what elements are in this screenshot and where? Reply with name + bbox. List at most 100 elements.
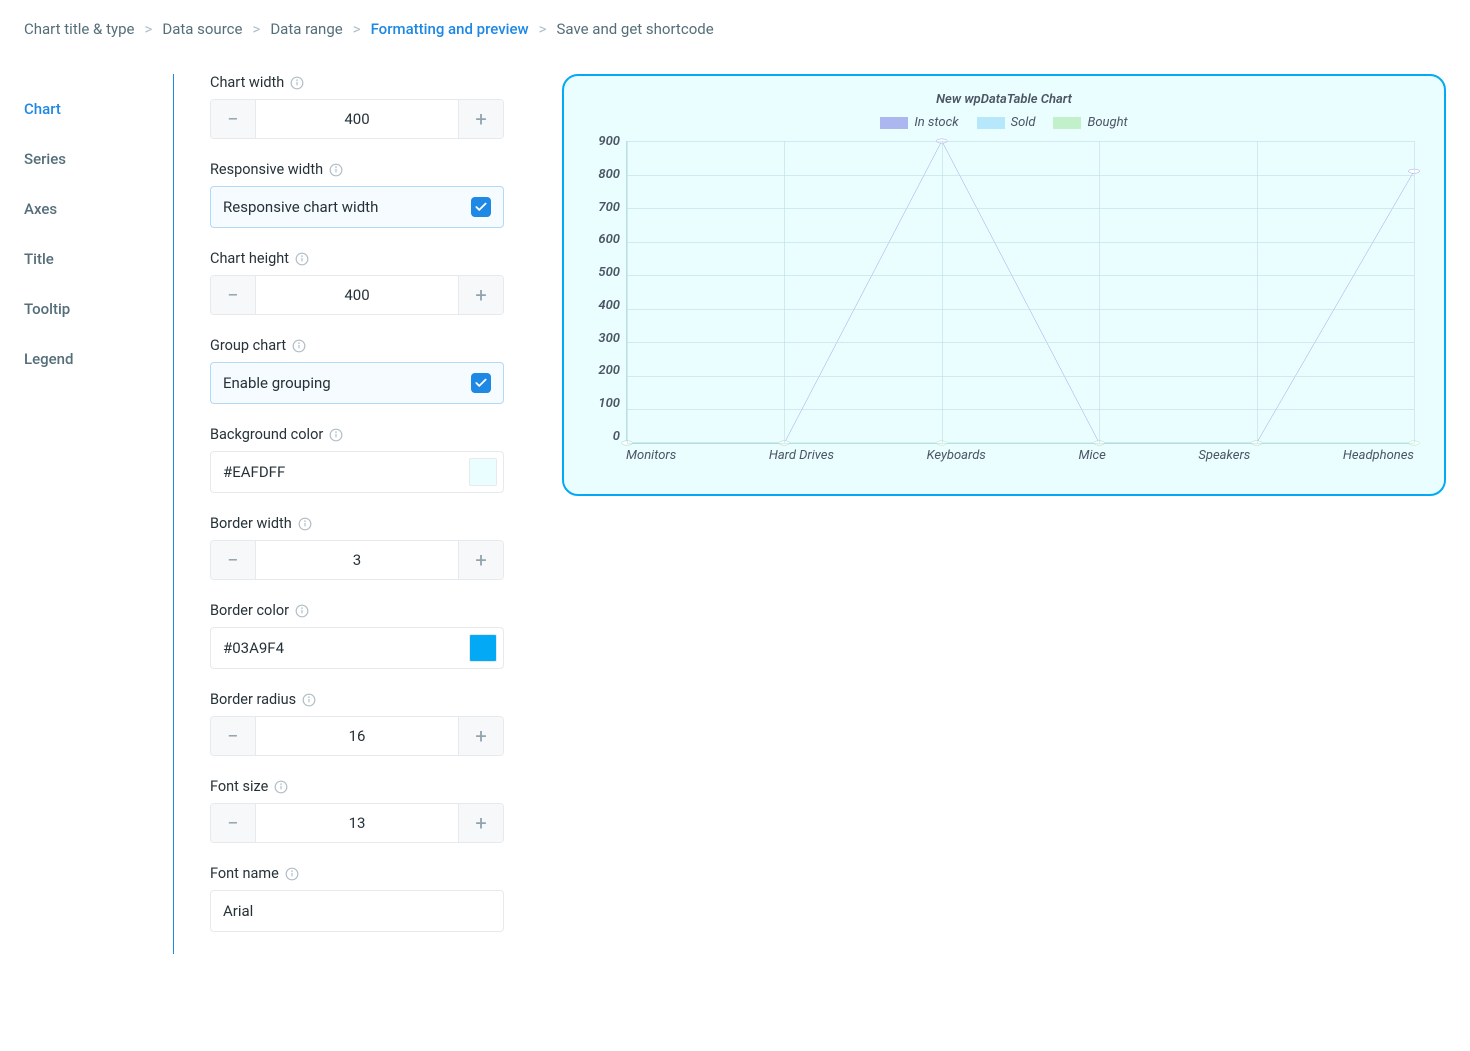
chart-plot-area bbox=[626, 141, 1414, 444]
group-chart-toggle[interactable]: Enable grouping bbox=[210, 362, 504, 404]
minus-icon[interactable]: − bbox=[211, 100, 255, 138]
x-tick: Keyboards bbox=[927, 448, 986, 474]
legend-item[interactable]: In stock bbox=[880, 115, 958, 130]
chart-y-axis: 9008007006005004003002001000 bbox=[584, 134, 620, 444]
font-name-input[interactable]: Arial bbox=[210, 890, 504, 932]
y-tick: 200 bbox=[598, 363, 620, 378]
y-tick: 800 bbox=[598, 167, 620, 182]
bg-color-label: Background color bbox=[210, 426, 323, 443]
chart-width-value[interactable]: 400 bbox=[255, 100, 459, 138]
chevron-right-icon: > bbox=[144, 20, 152, 38]
info-icon bbox=[295, 604, 309, 618]
bg-color-input[interactable]: #EAFDFF bbox=[210, 451, 504, 493]
legend-label: Bought bbox=[1087, 115, 1127, 130]
y-tick: 500 bbox=[598, 265, 620, 280]
x-tick: Monitors bbox=[626, 448, 676, 474]
border-color-label: Border color bbox=[210, 602, 289, 619]
breadcrumb-step[interactable]: Chart title & type bbox=[24, 20, 134, 38]
font-size-stepper[interactable]: − 13 + bbox=[210, 803, 504, 843]
info-icon bbox=[329, 163, 343, 177]
sidebar-item-tooltip[interactable]: Tooltip bbox=[24, 284, 173, 334]
border-radius-value[interactable]: 16 bbox=[255, 717, 459, 755]
info-icon bbox=[298, 517, 312, 531]
legend-label: Sold bbox=[1011, 115, 1036, 130]
responsive-width-label: Responsive width bbox=[210, 161, 323, 178]
info-icon bbox=[292, 339, 306, 353]
chart-legend: In stock Sold Bought bbox=[584, 115, 1424, 130]
font-name-value: Arial bbox=[223, 902, 253, 920]
info-icon bbox=[295, 252, 309, 266]
minus-icon[interactable]: − bbox=[211, 717, 255, 755]
info-icon bbox=[329, 428, 343, 442]
y-tick: 0 bbox=[613, 429, 620, 444]
sidebar-item-axes[interactable]: Axes bbox=[24, 184, 173, 234]
chart-height-stepper[interactable]: − 400 + bbox=[210, 275, 504, 315]
sidebar-item-legend[interactable]: Legend bbox=[24, 334, 173, 384]
chart-height-value[interactable]: 400 bbox=[255, 276, 459, 314]
minus-icon[interactable]: − bbox=[211, 804, 255, 842]
plus-icon[interactable]: + bbox=[459, 717, 503, 755]
y-tick: 400 bbox=[598, 298, 620, 313]
chart-width-stepper[interactable]: − 400 + bbox=[210, 99, 504, 139]
info-icon bbox=[274, 780, 288, 794]
legend-swatch bbox=[977, 117, 1005, 129]
font-size-value[interactable]: 13 bbox=[255, 804, 459, 842]
legend-item[interactable]: Bought bbox=[1053, 115, 1127, 130]
legend-swatch bbox=[1053, 117, 1081, 129]
chevron-right-icon: > bbox=[539, 20, 547, 38]
group-chart-text: Enable grouping bbox=[223, 374, 331, 392]
sidebar-item-chart[interactable]: Chart bbox=[24, 84, 173, 134]
x-tick: Speakers bbox=[1198, 448, 1250, 474]
minus-icon[interactable]: − bbox=[211, 276, 255, 314]
chart-preview: New wpDataTable Chart In stock Sold Bought… bbox=[562, 74, 1446, 496]
checkbox-checked-icon[interactable] bbox=[471, 197, 491, 217]
plus-icon[interactable]: + bbox=[459, 804, 503, 842]
plus-icon[interactable]: + bbox=[459, 100, 503, 138]
breadcrumb: Chart title & type > Data source > Data rang… bbox=[24, 20, 1446, 38]
y-tick: 300 bbox=[598, 331, 620, 346]
info-icon bbox=[290, 76, 304, 90]
breadcrumb-step[interactable]: Data range bbox=[270, 20, 342, 38]
info-icon bbox=[285, 867, 299, 881]
group-chart-label: Group chart bbox=[210, 337, 286, 354]
responsive-width-text: Responsive chart width bbox=[223, 198, 378, 216]
plus-icon[interactable]: + bbox=[459, 276, 503, 314]
x-tick: Hard Drives bbox=[769, 448, 834, 474]
border-color-input[interactable]: #03A9F4 bbox=[210, 627, 504, 669]
chart-title: New wpDataTable Chart bbox=[584, 92, 1424, 107]
info-icon bbox=[302, 693, 316, 707]
minus-icon[interactable]: − bbox=[211, 541, 255, 579]
legend-label: In stock bbox=[914, 115, 958, 130]
border-color-value: #03A9F4 bbox=[223, 639, 284, 657]
border-width-value[interactable]: 3 bbox=[255, 541, 459, 579]
breadcrumb-step[interactable]: Save and get shortcode bbox=[557, 20, 714, 38]
border-width-label: Border width bbox=[210, 515, 292, 532]
y-tick: 600 bbox=[598, 232, 620, 247]
breadcrumb-step[interactable]: Data source bbox=[162, 20, 242, 38]
font-size-label: Font size bbox=[210, 778, 268, 795]
responsive-width-toggle[interactable]: Responsive chart width bbox=[210, 186, 504, 228]
chart-width-label: Chart width bbox=[210, 74, 284, 91]
bg-color-value: #EAFDFF bbox=[223, 463, 285, 481]
checkbox-checked-icon[interactable] bbox=[471, 373, 491, 393]
x-tick: Mice bbox=[1078, 448, 1105, 474]
settings-sidebar: ChartSeriesAxesTitleTooltipLegend bbox=[24, 74, 174, 954]
chevron-right-icon: > bbox=[353, 20, 361, 38]
plus-icon[interactable]: + bbox=[459, 541, 503, 579]
border-color-swatch[interactable] bbox=[469, 634, 497, 662]
border-radius-stepper[interactable]: − 16 + bbox=[210, 716, 504, 756]
chart-lines bbox=[627, 141, 1414, 443]
border-width-stepper[interactable]: − 3 + bbox=[210, 540, 504, 580]
chart-height-label: Chart height bbox=[210, 250, 289, 267]
sidebar-item-series[interactable]: Series bbox=[24, 134, 173, 184]
breadcrumb-step[interactable]: Formatting and preview bbox=[371, 20, 529, 38]
legend-item[interactable]: Sold bbox=[977, 115, 1036, 130]
border-radius-label: Border radius bbox=[210, 691, 296, 708]
bg-color-swatch[interactable] bbox=[469, 458, 497, 486]
y-tick: 100 bbox=[598, 396, 620, 411]
font-name-label: Font name bbox=[210, 865, 279, 882]
x-tick: Headphones bbox=[1343, 448, 1414, 474]
y-tick: 900 bbox=[598, 134, 620, 149]
legend-swatch bbox=[880, 117, 908, 129]
sidebar-item-title[interactable]: Title bbox=[24, 234, 173, 284]
